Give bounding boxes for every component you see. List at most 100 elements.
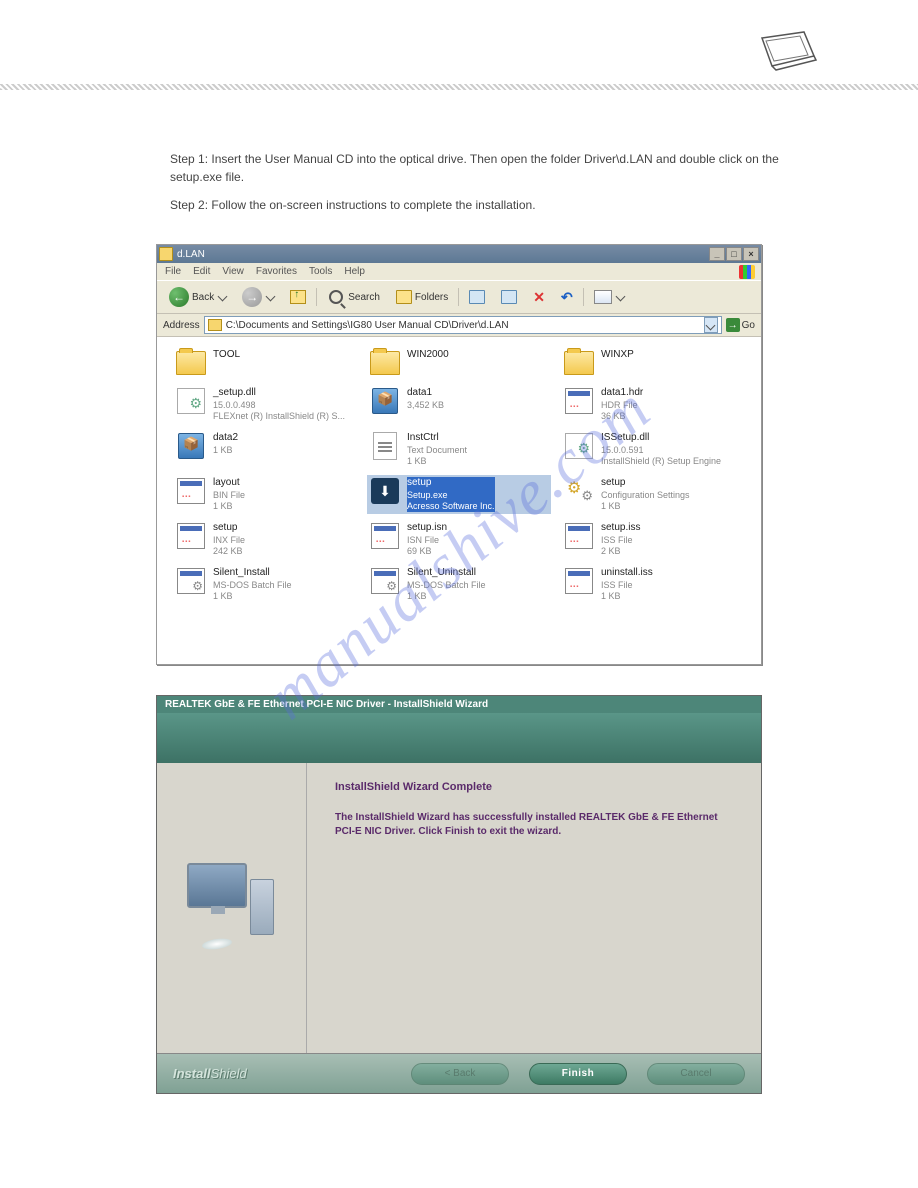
wizard-content: InstallShield Wizard Complete The Instal… — [307, 763, 761, 1053]
move-to-button[interactable] — [463, 287, 491, 307]
file-name: WIN2000 — [407, 349, 449, 362]
wizard-left-panel — [157, 763, 307, 1053]
file-name: setup.isn — [407, 522, 447, 535]
maximize-button[interactable]: □ — [726, 247, 742, 261]
dll-icon — [563, 432, 595, 460]
wizard-body-text: The InstallShield Wizard has successfull… — [335, 811, 733, 839]
header-decoration — [0, 0, 918, 90]
menu-tools[interactable]: Tools — [309, 266, 332, 277]
installshield-logo: InstallShield — [173, 1066, 391, 1081]
file-item[interactable]: setupINX File242 KB — [173, 520, 357, 559]
file-name: layout — [213, 477, 245, 490]
wizard-titlebar[interactable]: REALTEK GbE & FE Ethernet PCI-E NIC Driv… — [157, 696, 761, 713]
cab-icon — [369, 387, 401, 415]
file-name: Silent_Uninstall — [407, 567, 486, 580]
window-title: d.LAN — [177, 249, 205, 260]
file-name: setup — [407, 477, 495, 490]
wizard-footer: InstallShield < Back Finish Cancel — [157, 1053, 761, 1093]
file-name: setup — [213, 522, 245, 535]
folder-icon — [159, 247, 173, 261]
folder-icon — [175, 349, 207, 377]
doc-icon — [175, 477, 207, 505]
file-item[interactable]: ⬇setupSetup.exeAcresso Software Inc. — [367, 475, 551, 514]
file-item[interactable]: Silent_InstallMS-DOS Batch File1 KB — [173, 565, 357, 604]
file-name: WINXP — [601, 349, 634, 362]
bat-icon — [175, 567, 207, 595]
file-item[interactable]: uninstall.issISS File1 KB — [561, 565, 745, 604]
up-button[interactable] — [284, 287, 312, 307]
finish-button[interactable]: Finish — [529, 1063, 627, 1085]
file-item[interactable]: data21 KB — [173, 430, 357, 469]
views-button[interactable] — [588, 287, 630, 307]
file-name: data2 — [213, 432, 238, 445]
file-item[interactable]: TOOL — [173, 347, 357, 379]
toolbar: ← Back → Search Folders ✕ ↶ — [157, 280, 761, 314]
doc-icon — [175, 522, 207, 550]
windows-flag-icon — [739, 265, 755, 279]
minimize-button[interactable]: _ — [709, 247, 725, 261]
file-item[interactable]: _setup.dll15.0.0.498FLEXnet (R) InstallS… — [173, 385, 357, 424]
folder-icon — [563, 349, 595, 377]
close-button[interactable]: × — [743, 247, 759, 261]
file-name: Silent_Install — [213, 567, 292, 580]
file-name: setup — [601, 477, 690, 490]
menubar: File Edit View Favorites Tools Help — [157, 263, 761, 280]
address-input[interactable]: C:\Documents and Settings\IG80 User Manu… — [204, 316, 722, 334]
doc-icon — [563, 567, 595, 595]
menu-edit[interactable]: Edit — [193, 266, 210, 277]
file-name: data1 — [407, 387, 444, 400]
file-item[interactable]: Silent_UninstallMS-DOS Batch File1 KB — [367, 565, 551, 604]
file-name: uninstall.iss — [601, 567, 653, 580]
file-item[interactable]: layoutBIN File1 KB — [173, 475, 357, 514]
file-item[interactable]: data13,452 KB — [367, 385, 551, 424]
exe-icon: ⬇ — [369, 477, 401, 505]
file-item[interactable]: setupConfiguration Settings1 KB — [561, 475, 745, 514]
file-item[interactable]: WINXP — [561, 347, 745, 379]
menu-favorites[interactable]: Favorites — [256, 266, 297, 277]
back-button[interactable]: ← Back — [163, 284, 232, 310]
step-2-text: Step 2: Follow the on-screen instruction… — [170, 196, 798, 214]
file-name: InstCtrl — [407, 432, 467, 445]
cab-icon — [175, 432, 207, 460]
file-item[interactable]: WIN2000 — [367, 347, 551, 379]
tablet-device-icon — [754, 30, 818, 72]
delete-button[interactable]: ✕ — [527, 286, 551, 309]
gear-icon — [563, 477, 595, 505]
address-dropdown-button[interactable] — [704, 317, 718, 333]
file-item[interactable]: ISSetup.dll15.0.0.591InstallShield (R) S… — [561, 430, 745, 469]
wizard-banner — [157, 713, 761, 763]
file-name: _setup.dll — [213, 387, 345, 400]
undo-button[interactable]: ↶ — [555, 286, 579, 309]
explorer-window: d.LAN _ □ × File Edit View Favorites Too… — [156, 244, 762, 665]
forward-button[interactable]: → — [236, 284, 280, 310]
menu-file[interactable]: File — [165, 266, 181, 277]
file-list[interactable]: TOOL WIN2000 WINXP _setup.dll15.0.0.498FLEX… — [157, 337, 761, 664]
install-wizard-window: REALTEK GbE & FE Ethernet PCI-E NIC Driv… — [156, 695, 762, 1094]
file-name: data1.hdr — [601, 387, 643, 400]
address-bar: Address C:\Documents and Settings\IG80 U… — [157, 314, 761, 337]
file-item[interactable]: data1.hdrHDR File36 KB — [561, 385, 745, 424]
menu-view[interactable]: View — [222, 266, 244, 277]
file-name: setup.iss — [601, 522, 640, 535]
instructions-text: Step 1: Insert the User Manual CD into t… — [0, 150, 918, 234]
address-label: Address — [163, 320, 200, 331]
file-item[interactable]: InstCtrlText Document1 KB — [367, 430, 551, 469]
copy-to-button[interactable] — [495, 287, 523, 307]
computer-icon — [182, 863, 282, 953]
file-name: ISSetup.dll — [601, 432, 721, 445]
file-name: TOOL — [213, 349, 240, 362]
wizard-heading: InstallShield Wizard Complete — [335, 781, 733, 793]
step-1-text: Step 1: Insert the User Manual CD into t… — [170, 150, 798, 186]
address-value: C:\Documents and Settings\IG80 User Manu… — [226, 320, 700, 331]
folders-button[interactable]: Folders — [390, 287, 454, 307]
menu-help[interactable]: Help — [344, 266, 365, 277]
bat-icon — [369, 567, 401, 595]
dll-icon — [175, 387, 207, 415]
txt-icon — [369, 432, 401, 460]
go-button[interactable]: → Go — [726, 318, 755, 332]
file-item[interactable]: setup.issISS File2 KB — [561, 520, 745, 559]
file-item[interactable]: setup.isnISN File69 KB — [367, 520, 551, 559]
titlebar[interactable]: d.LAN _ □ × — [157, 245, 761, 263]
search-button[interactable]: Search — [321, 285, 386, 309]
folder-icon — [369, 349, 401, 377]
